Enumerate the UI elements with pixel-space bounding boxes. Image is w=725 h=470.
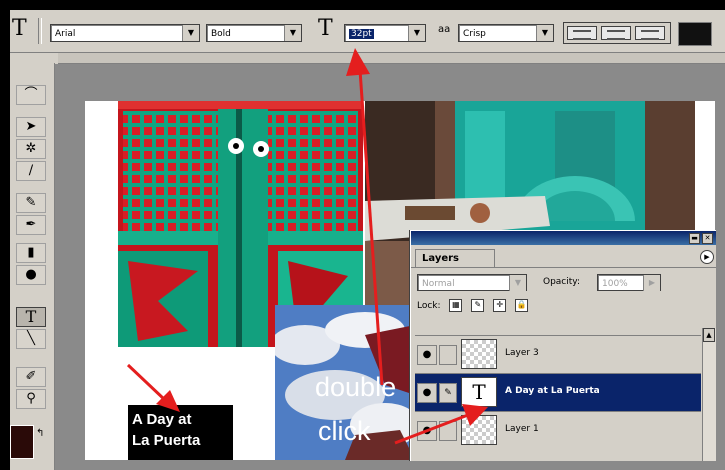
annotation-arrows [126, 48, 488, 445]
arrow-to-layer-thumbnail [394, 404, 488, 445]
arrow-to-text-layer [126, 363, 180, 412]
arrow-to-font-size [346, 48, 384, 386]
